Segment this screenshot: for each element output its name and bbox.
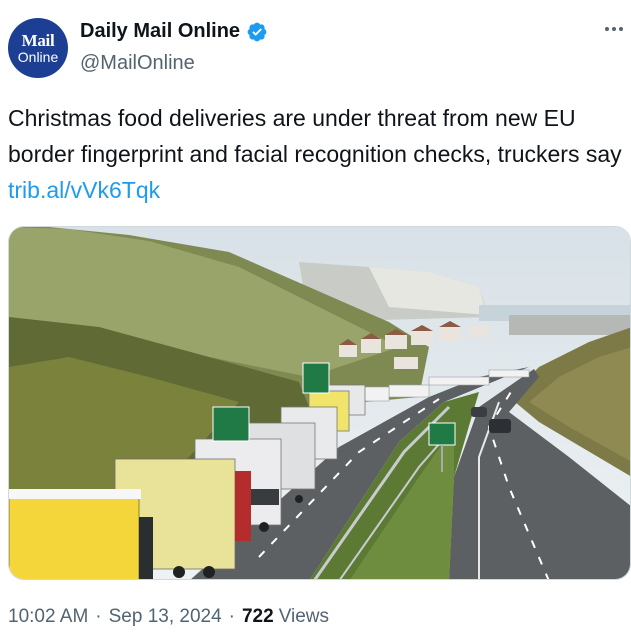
views-count: 722 xyxy=(241,606,274,627)
tweet-body: Christmas food deliveries are under thre… xyxy=(8,105,622,167)
avatar-logo-text-top: Mail xyxy=(21,31,55,50)
views-label: Views xyxy=(278,606,330,627)
tweet-date[interactable]: Sep 13, 2024 xyxy=(109,606,222,628)
tweet-time[interactable]: 10:02 AM xyxy=(8,606,88,628)
tweet-text: Christmas food deliveries are under thre… xyxy=(8,100,623,208)
photo-of-queued-lorries-icon xyxy=(9,227,630,579)
tweet-image[interactable] xyxy=(8,226,631,580)
author-display-name[interactable]: Daily Mail Online xyxy=(80,20,240,43)
verified-badge-icon[interactable] xyxy=(246,21,268,43)
meta-separator-2: · xyxy=(228,606,235,627)
avatar[interactable]: Mail Online xyxy=(8,18,68,78)
avatar-logo-text-bottom: Online xyxy=(17,49,59,65)
tweet-meta: 10:02 AM · Sep 13, 2024 · 722 Views xyxy=(8,606,329,628)
author-name-row: Daily Mail Online xyxy=(80,20,268,43)
more-options-icon[interactable] xyxy=(600,18,628,40)
meta-separator: · xyxy=(95,606,102,627)
tweet-link[interactable]: trib.al/vVk6Tqk xyxy=(8,177,160,203)
author-handle[interactable]: @MailOnline xyxy=(80,52,195,75)
